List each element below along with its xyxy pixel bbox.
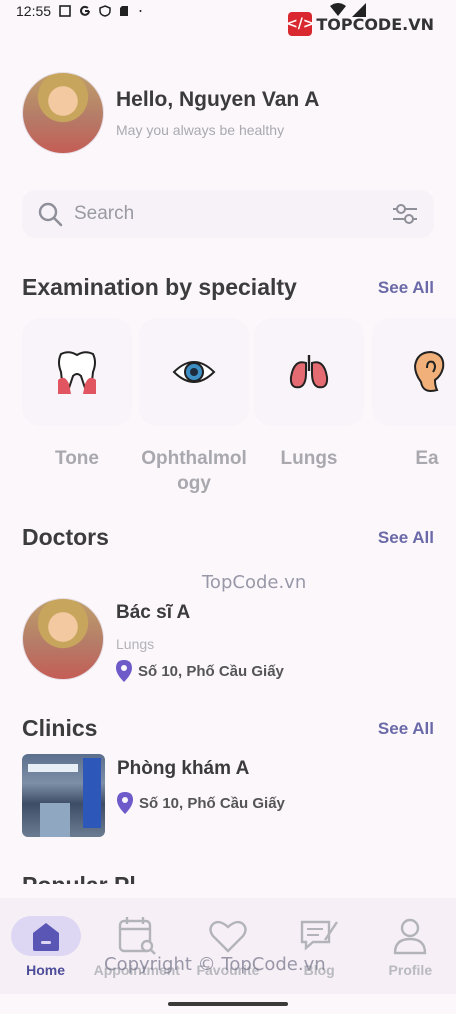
lungs-icon — [289, 355, 329, 389]
location-pin-icon — [116, 660, 132, 682]
nav-item-home[interactable]: Home — [6, 916, 86, 994]
calendar-icon — [118, 917, 156, 955]
home-icon — [32, 923, 59, 951]
watermark-badge-icon: </> — [286, 12, 315, 36]
doctor-card[interactable]: Bác sĩ A Lungs Số 10, Phố Cầu Giấy — [22, 598, 284, 682]
watermark-bottom: Copyright © TopCode.vn — [104, 954, 326, 975]
sdcard-icon — [120, 6, 129, 16]
tooth-icon — [58, 351, 96, 394]
clinics-see-all-link[interactable]: See All — [378, 719, 434, 739]
nav-label-home: Home — [26, 962, 66, 978]
status-time: 12:55 — [16, 3, 52, 19]
greeting-subtitle: May you always be healthy — [116, 122, 285, 138]
notification-icon — [59, 5, 71, 17]
specialty-label: Ophthalmol ogy — [141, 448, 247, 494]
nav-label-profile: Profile — [388, 962, 433, 978]
specialty-item-lungs[interactable]: Lungs — [254, 318, 364, 471]
specialty-label: Tone — [55, 448, 99, 469]
ear-icon — [413, 350, 445, 392]
watermark-center: TopCode.vn — [202, 572, 307, 593]
clinic-card[interactable]: Phòng khám A Số 10, Phố Cầu Giấy — [22, 754, 285, 837]
shield-icon — [99, 5, 111, 17]
profile-icon — [394, 918, 427, 955]
search-bar[interactable]: Search — [22, 190, 434, 238]
watermark-logo: </> TOPCODE.VN — [286, 12, 434, 36]
user-header: Hello, Nguyen Van A May you always be he… — [22, 72, 319, 154]
heart-icon — [209, 920, 247, 953]
specialty-header: Examination by specialty See All — [22, 274, 434, 301]
watermark-logo-text: TOPCODE.VN — [316, 14, 434, 34]
specialty-label: Lungs — [280, 448, 338, 469]
specialty-title: Examination by specialty — [22, 274, 297, 300]
home-indicator — [168, 1002, 288, 1006]
google-icon — [80, 5, 91, 16]
specialty-list[interactable]: Tone Ophthalmol ogy Lungs Ea — [22, 318, 456, 498]
doctors-see-all-link[interactable]: See All — [378, 528, 434, 548]
doctor-name: Bác sĩ A — [116, 602, 191, 623]
clinics-header: Clinics See All — [22, 715, 434, 742]
location-pin-icon — [117, 792, 133, 814]
specialty-item-ear[interactable]: Ea — [372, 318, 456, 471]
filter-icon[interactable] — [390, 199, 420, 229]
user-avatar[interactable] — [22, 72, 104, 154]
dot-icon — [139, 10, 142, 12]
doctor-address: Số 10, Phố Cầu Giấy — [116, 660, 284, 682]
doctor-specialty: Lungs — [116, 636, 155, 652]
specialty-label: Ea — [415, 448, 439, 469]
doctor-address-text: Số 10, Phố Cầu Giấy — [138, 662, 284, 680]
clinic-name: Phòng khám A — [117, 758, 250, 779]
clinic-address-text: Số 10, Phố Cầu Giấy — [139, 794, 285, 812]
doctors-header: Doctors See All — [22, 524, 434, 551]
bottom-nav: Home Appointment Favourite Blog Profile — [0, 898, 456, 994]
search-icon — [38, 202, 63, 227]
partial-section-title: Popular Pl — [22, 870, 434, 884]
doctors-title: Doctors — [22, 524, 109, 550]
specialty-item-ophthalmology[interactable]: Ophthalmol ogy — [139, 318, 249, 496]
search-input[interactable]: Search — [74, 203, 390, 225]
clinic-image — [22, 754, 105, 837]
eye-icon — [172, 361, 216, 383]
greeting-text: Hello, Nguyen Van A — [116, 88, 320, 111]
blog-icon — [300, 920, 339, 951]
clinics-title: Clinics — [22, 715, 98, 741]
specialty-item-tone[interactable]: Tone — [22, 318, 132, 471]
clinic-address: Số 10, Phố Cầu Giấy — [117, 792, 285, 814]
doctor-avatar — [22, 598, 104, 680]
nav-item-profile[interactable]: Profile — [370, 916, 450, 994]
specialty-see-all-link[interactable]: See All — [378, 278, 434, 298]
